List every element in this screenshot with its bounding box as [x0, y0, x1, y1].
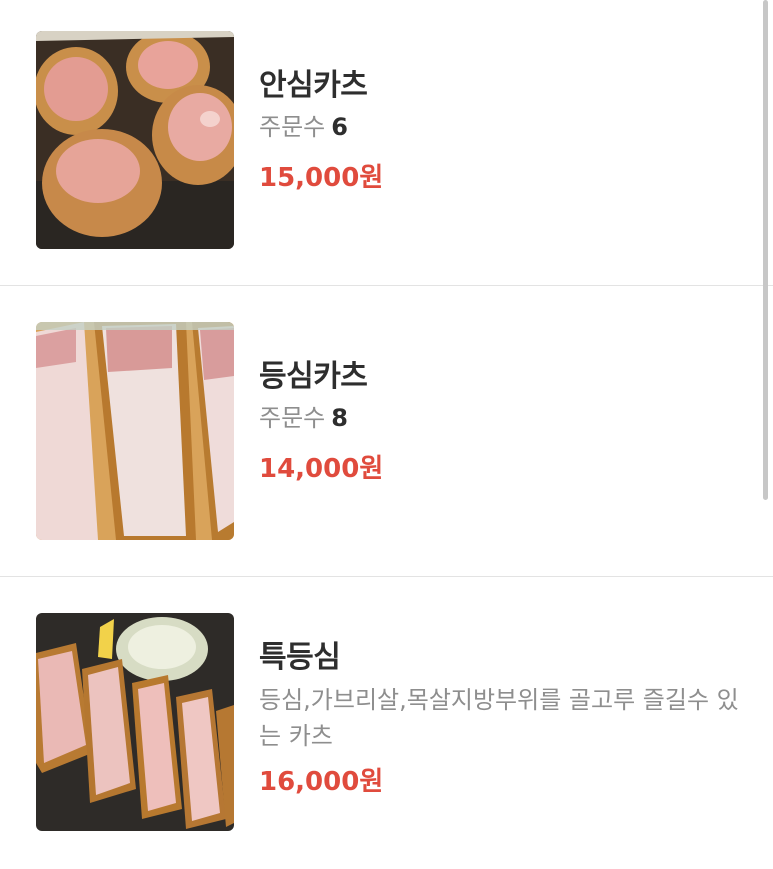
scrollbar[interactable]: [763, 0, 768, 500]
menu-item-description: 등심,가브리살,목살지방부위를 골고루 즐길수 있는 카츠: [259, 686, 739, 750]
tenderloin-katsu-photo: [36, 31, 234, 249]
menu-item-price: 15,000원: [259, 163, 384, 193]
menu-item-name: 안심카츠: [259, 68, 368, 103]
loin-katsu-photo: [36, 322, 234, 540]
order-count-value: 8: [331, 404, 348, 432]
menu-item-image[interactable]: [36, 31, 234, 249]
menu-item-price: 14,000원: [259, 454, 384, 484]
order-count-label: 주문수: [259, 404, 326, 432]
menu-item-tenderloin-katsu[interactable]: 안심카츠 주문수 6 15,000원: [0, 0, 773, 285]
menu-list: 안심카츠 주문수 6 15,000원 등심카츠 주문수 8 14,000원 특등…: [0, 0, 773, 869]
menu-item-loin-katsu[interactable]: 등심카츠 주문수 8 14,000원: [0, 286, 773, 576]
menu-item-name: 등심카츠: [259, 359, 368, 394]
order-count: 주문수 6: [259, 112, 739, 142]
menu-item-special-loin-katsu[interactable]: 특등심 등심,가브리살,목살지방부위를 골고루 즐길수 있는 카츠 16,000…: [0, 577, 773, 869]
order-count: 주문수 8: [259, 403, 739, 433]
menu-item-image[interactable]: [36, 322, 234, 540]
order-count-label: 주문수: [259, 113, 326, 141]
special-loin-katsu-photo: [36, 613, 234, 831]
menu-item-price: 16,000원: [259, 767, 384, 797]
menu-item-image[interactable]: [36, 613, 234, 831]
order-count-value: 6: [331, 113, 348, 141]
menu-item-name: 특등심: [259, 640, 341, 675]
